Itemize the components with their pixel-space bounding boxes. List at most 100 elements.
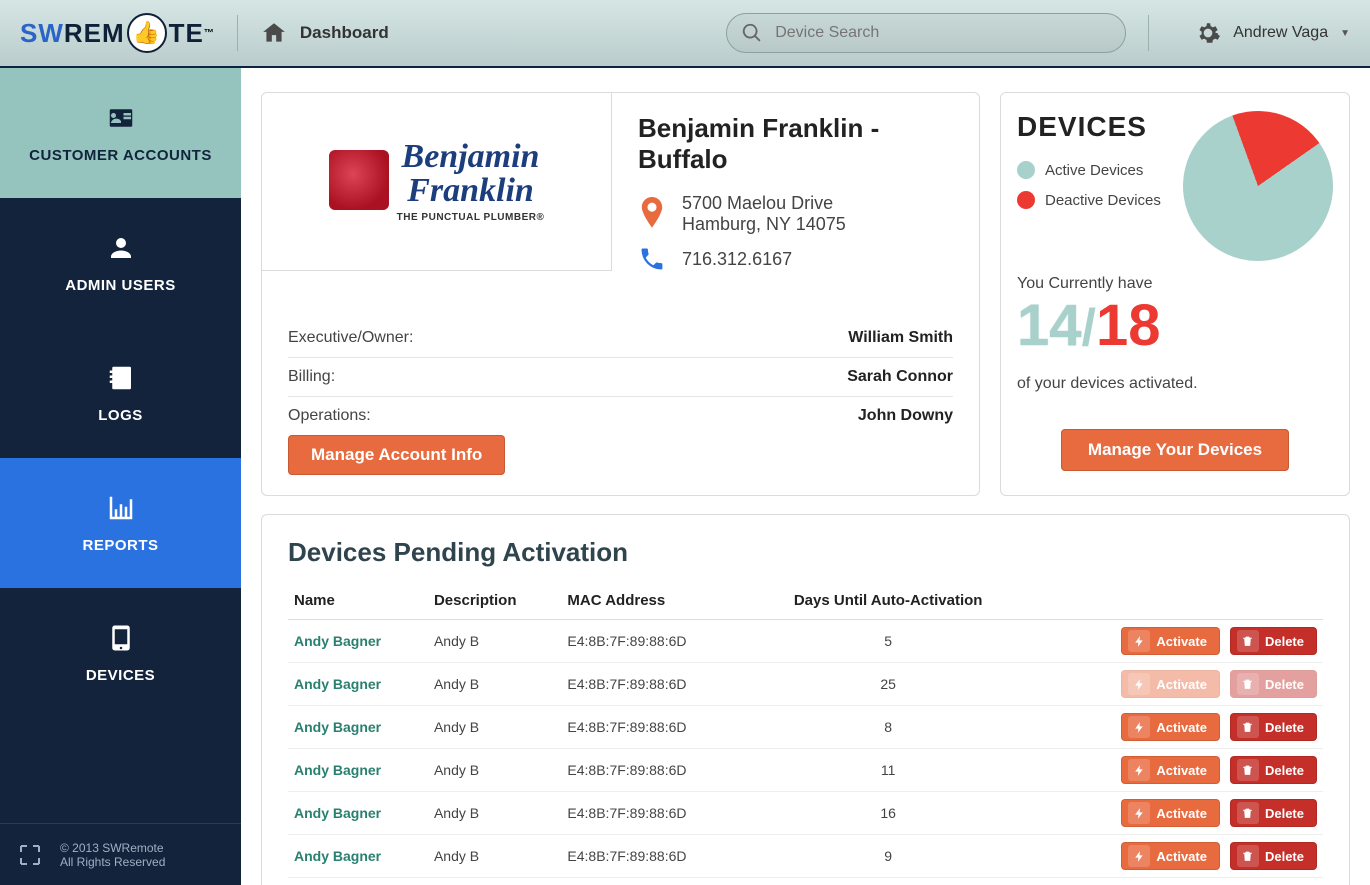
trash-icon <box>1237 716 1259 738</box>
contact-row: Operations: John Downy <box>288 397 953 435</box>
table-row: Andy BagnerAndy BE4:8B:7F:89:88:6D11Acti… <box>288 749 1323 792</box>
col-days: Days Until Auto-Activation <box>747 582 1030 620</box>
cell-name[interactable]: Andy Bagner <box>288 620 428 663</box>
cell-description: Andy B <box>428 835 561 878</box>
lightning-icon <box>1128 802 1150 824</box>
delete-button[interactable]: Delete <box>1230 756 1317 784</box>
user-icon <box>106 233 136 263</box>
dashboard-label: Dashboard <box>300 23 389 43</box>
swatch-deactive-icon <box>1017 191 1035 209</box>
activate-button[interactable]: Activate <box>1121 713 1220 741</box>
sidebar-item-label: CUSTOMER ACCOUNTS <box>29 147 212 164</box>
cell-name[interactable]: Andy Bagner <box>288 878 428 885</box>
address-line1: 5700 Maelou Drive <box>682 193 846 214</box>
table-row: Andy BagnerAndy BE4:8B:7F:89:88:6D4Activ… <box>288 878 1323 885</box>
contact-role: Billing: <box>288 368 335 386</box>
devices-pie-chart <box>1162 90 1354 282</box>
sidebar-item-devices[interactable]: DEVICES <box>0 588 241 718</box>
sidebar-item-label: LOGS <box>98 407 143 424</box>
user-menu[interactable]: Andrew Vaga ▼ <box>1195 20 1350 46</box>
logo-mascot-icon: 👍 <box>127 13 167 53</box>
cell-name[interactable]: Andy Bagner <box>288 835 428 878</box>
activate-button[interactable]: Activate <box>1121 627 1220 655</box>
footer-rights: All Rights Reserved <box>60 855 165 869</box>
cell-mac: E4:8B:7F:89:88:6D <box>561 792 746 835</box>
topbar-divider <box>237 15 238 51</box>
company-name-2: Franklin <box>397 174 545 208</box>
address-line2: Hamburg, NY 14075 <box>682 214 846 235</box>
trash-icon <box>1237 630 1259 652</box>
sidebar-item-label: DEVICES <box>86 667 155 684</box>
search-input[interactable] <box>775 24 1111 42</box>
sidebar-item-reports[interactable]: REPORTS <box>0 458 241 588</box>
sidebar-item-logs[interactable]: LOGS <box>0 328 241 458</box>
manage-account-button[interactable]: Manage Account Info <box>288 435 505 475</box>
total-count: 18 <box>1096 297 1161 355</box>
contact-role: Operations: <box>288 407 371 425</box>
app-logo: SWREM👍TE™ <box>20 13 215 53</box>
id-card-icon <box>106 103 136 133</box>
lightning-icon <box>1128 630 1150 652</box>
sidebar-item-customer-accounts[interactable]: CUSTOMER ACCOUNTS <box>0 68 241 198</box>
pending-title: Devices Pending Activation <box>288 537 1323 568</box>
table-row: Andy BagnerAndy BE4:8B:7F:89:88:6D8Activ… <box>288 706 1323 749</box>
pending-activation-card: Devices Pending Activation Name Descript… <box>261 514 1350 885</box>
table-row: Andy BagnerAndy BE4:8B:7F:89:88:6D25Acti… <box>288 663 1323 706</box>
activate-button[interactable]: Activate <box>1121 756 1220 784</box>
device-search[interactable] <box>726 13 1126 53</box>
activate-button: Activate <box>1121 670 1220 698</box>
trash-icon <box>1237 802 1259 824</box>
delete-button[interactable]: Delete <box>1230 713 1317 741</box>
chevron-down-icon: ▼ <box>1340 28 1350 39</box>
topbar-divider-2 <box>1148 15 1149 51</box>
phone-icon <box>638 245 666 273</box>
table-row: Andy BagnerAndy BE4:8B:7F:89:88:6D5Activ… <box>288 620 1323 663</box>
top-bar: SWREM👍TE™ Dashboard Andrew Vaga ▼ <box>0 0 1370 68</box>
activate-button[interactable]: Activate <box>1121 842 1220 870</box>
delete-button[interactable]: Delete <box>1230 627 1317 655</box>
company-illustration-icon <box>329 150 389 210</box>
contact-role: Executive/Owner: <box>288 329 413 347</box>
fullscreen-icon[interactable] <box>18 843 42 867</box>
cell-description: Andy B <box>428 792 561 835</box>
cell-name[interactable]: Andy Bagner <box>288 749 428 792</box>
sidebar: CUSTOMER ACCOUNTS ADMIN USERS LOGS REPOR… <box>0 68 241 885</box>
chart-icon <box>106 493 136 523</box>
contact-name: Sarah Connor <box>847 368 953 386</box>
cell-description: Andy B <box>428 749 561 792</box>
trash-icon <box>1237 759 1259 781</box>
manage-devices-button[interactable]: Manage Your Devices <box>1061 429 1289 471</box>
sidebar-item-admin-users[interactable]: ADMIN USERS <box>0 198 241 328</box>
cell-mac: E4:8B:7F:89:88:6D <box>561 878 746 885</box>
gear-icon <box>1195 20 1221 46</box>
contact-row: Executive/Owner: William Smith <box>288 319 953 358</box>
legend-active: Active Devices <box>1017 161 1161 179</box>
table-row: Andy BagnerAndy BE4:8B:7F:89:88:6D16Acti… <box>288 792 1323 835</box>
contact-row: Billing: Sarah Connor <box>288 358 953 397</box>
account-title: Benjamin Franklin - Buffalo <box>638 113 953 175</box>
cell-mac: E4:8B:7F:89:88:6D <box>561 835 746 878</box>
logo-te: TE <box>169 18 204 49</box>
sidebar-item-label: ADMIN USERS <box>65 277 176 294</box>
cell-description: Andy B <box>428 878 561 885</box>
trash-icon <box>1237 673 1259 695</box>
footer-copyright: © 2013 SWRemote <box>60 841 165 855</box>
contact-name: John Downy <box>858 407 953 425</box>
cell-days: 25 <box>747 663 1030 706</box>
activate-button[interactable]: Activate <box>1121 799 1220 827</box>
delete-button[interactable]: Delete <box>1230 842 1317 870</box>
company-logo: Benjamin Franklin THE PUNCTUAL PLUMBER® <box>262 93 612 271</box>
home-icon <box>260 20 288 46</box>
cell-days: 11 <box>747 749 1030 792</box>
delete-button[interactable]: Delete <box>1230 799 1317 827</box>
counts-slash: / <box>1082 302 1096 354</box>
cell-name[interactable]: Andy Bagner <box>288 663 428 706</box>
table-row: Andy BagnerAndy BE4:8B:7F:89:88:6D9Activ… <box>288 835 1323 878</box>
devices-line2: of your devices activated. <box>1017 375 1333 393</box>
logo-tm: ™ <box>204 28 215 39</box>
dashboard-link[interactable]: Dashboard <box>260 20 389 46</box>
user-name: Andrew Vaga <box>1233 24 1328 42</box>
cell-name[interactable]: Andy Bagner <box>288 706 428 749</box>
company-tagline: THE PUNCTUAL PLUMBER® <box>397 212 545 223</box>
cell-name[interactable]: Andy Bagner <box>288 792 428 835</box>
